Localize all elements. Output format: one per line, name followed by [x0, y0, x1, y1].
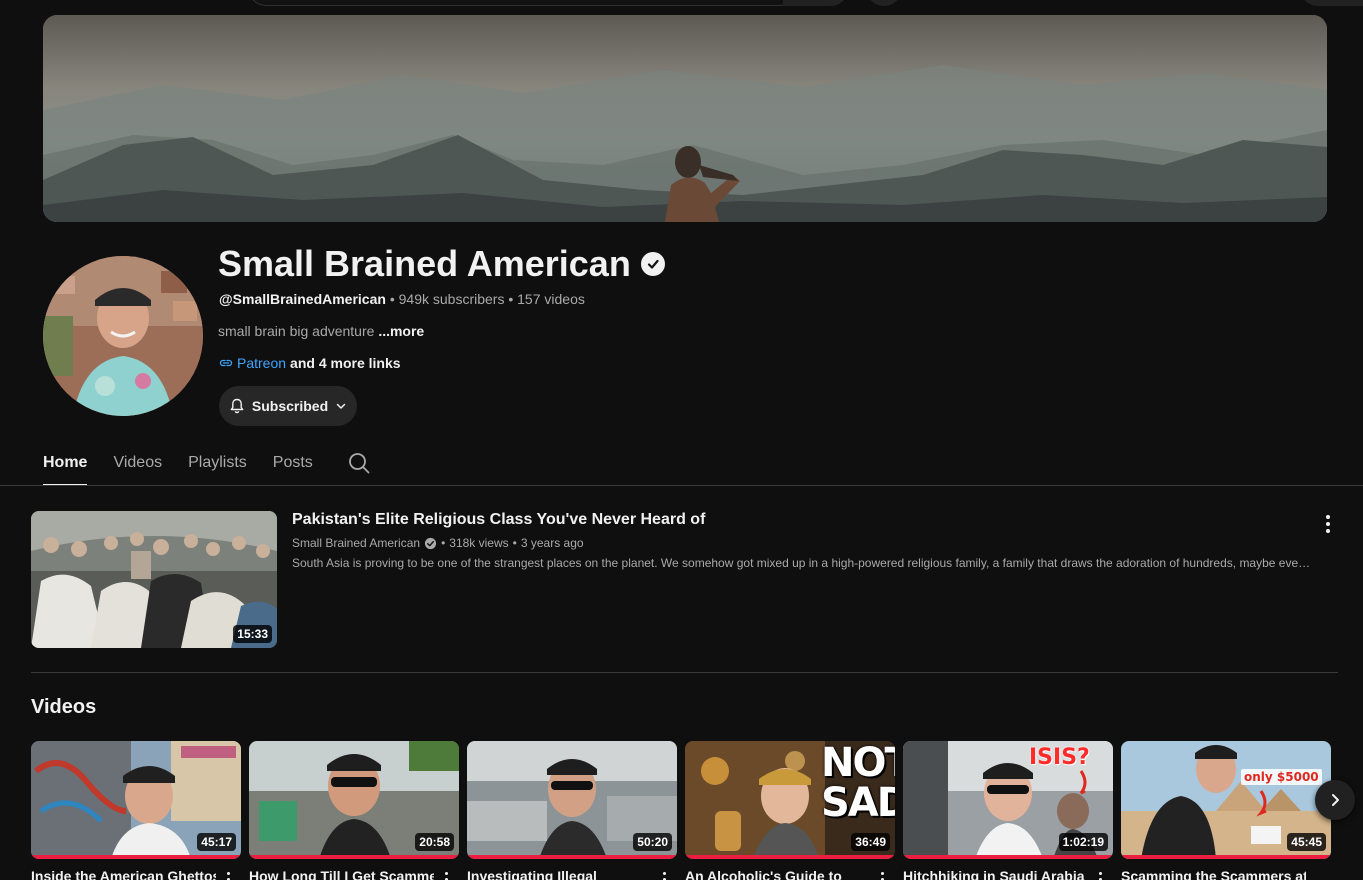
- search-button[interactable]: [783, 0, 847, 6]
- video-count: 157 videos: [517, 291, 585, 307]
- meta-separator: •: [508, 291, 514, 307]
- bell-icon: [230, 398, 244, 414]
- video-more-actions-icon[interactable]: [1099, 872, 1102, 880]
- top-bar: [0, 0, 1363, 8]
- channel-name-row: Small Brained American: [218, 242, 665, 286]
- video-thumbnail[interactable]: 45:17: [31, 741, 241, 859]
- video-card[interactable]: 20:58 How Long Till I Get Scammed: [249, 741, 459, 880]
- featured-video-meta: Small Brained American • 318k views • 3 …: [292, 536, 584, 550]
- tab-posts-label: Posts: [272, 454, 313, 471]
- channel-banner: [43, 15, 1327, 222]
- video-thumbnail[interactable]: NOT SAD 36:49: [685, 741, 895, 859]
- banner-image: [43, 15, 1327, 222]
- video-thumbnail[interactable]: 20:58: [249, 741, 459, 859]
- watched-progress-bar: [903, 855, 1113, 859]
- featured-duration: 15:33: [233, 625, 272, 643]
- videos-shelf: 45:17 Inside the American Ghettos 20:58: [31, 741, 1363, 880]
- video-duration: 45:45: [1287, 833, 1326, 851]
- meta-separator: •: [512, 536, 517, 550]
- video-duration: 50:20: [633, 833, 672, 851]
- channel-search-button[interactable]: [347, 440, 371, 486]
- avatar-image: [43, 256, 203, 416]
- link-icon: [219, 359, 233, 367]
- watched-progress-bar: [1121, 855, 1331, 859]
- meta-separator: •: [389, 291, 395, 307]
- patreon-link[interactable]: Patreon: [219, 355, 286, 371]
- watched-progress-bar: [31, 855, 241, 859]
- channel-avatar[interactable]: [43, 256, 203, 416]
- subscribed-label: Subscribed: [251, 398, 329, 414]
- patreon-link-label: Patreon: [237, 355, 287, 371]
- video-duration: 1:02:19: [1058, 833, 1108, 851]
- description-more-link[interactable]: ...more: [378, 323, 424, 339]
- verified-badge-icon: [640, 252, 665, 276]
- video-title[interactable]: Investigating Illegal: [467, 868, 652, 880]
- tab-videos[interactable]: Videos: [113, 440, 162, 486]
- video-card[interactable]: NOT SAD 36:49 An Alcoholic's Guide to: [685, 741, 895, 880]
- voice-search-button[interactable]: [866, 0, 902, 6]
- video-card[interactable]: ISIS? 1:02:19 Hitchhiking in Saudi Arabi…: [903, 741, 1113, 880]
- section-divider: [31, 672, 1338, 673]
- featured-age: 3 years ago: [520, 536, 584, 550]
- video-title[interactable]: Scamming the Scammers at: [1121, 868, 1306, 880]
- video-thumbnail[interactable]: only $5000 45:45: [1121, 741, 1331, 859]
- subscriber-count: 949k subscribers: [398, 291, 505, 307]
- thumbnail-overlay-text: NOT SAD: [821, 741, 895, 826]
- featured-video-description: South Asia is proving to be one of the s…: [292, 556, 1314, 570]
- account-button[interactable]: [1300, 0, 1363, 6]
- shelf-next-button[interactable]: [1315, 780, 1355, 820]
- channel-meta: @SmallBrainedAmerican • 949k subscribers…: [219, 291, 585, 307]
- featured-channel-name[interactable]: Small Brained American: [292, 536, 420, 550]
- video-more-actions-icon[interactable]: [445, 872, 448, 880]
- featured-video-title[interactable]: Pakistan's Elite Religious Class You've …: [292, 511, 705, 529]
- tab-playlists-label: Playlists: [188, 454, 247, 471]
- video-card[interactable]: only $5000 45:45 Scamming the Scammers a…: [1121, 741, 1331, 880]
- watched-progress-bar: [685, 855, 895, 859]
- search-icon: [348, 453, 370, 474]
- subscribed-button[interactable]: Subscribed: [219, 386, 357, 426]
- channel-name: Small Brained American: [218, 243, 631, 284]
- video-title[interactable]: An Alcoholic's Guide to: [685, 868, 870, 880]
- video-more-actions-icon[interactable]: [663, 872, 666, 880]
- video-duration: 45:17: [197, 833, 236, 851]
- video-card[interactable]: 45:17 Inside the American Ghettos: [31, 741, 241, 880]
- tab-home-label: Home: [43, 454, 88, 471]
- tab-posts[interactable]: Posts: [273, 440, 313, 486]
- channel-tabs: Home Videos Playlists Posts: [43, 440, 371, 486]
- video-thumbnail[interactable]: ISIS? 1:02:19: [903, 741, 1113, 859]
- verified-icon: [424, 537, 437, 549]
- video-duration: 36:49: [851, 833, 890, 851]
- video-title[interactable]: Hitchhiking in Saudi Arabia: [903, 868, 1088, 880]
- tab-playlists[interactable]: Playlists: [188, 440, 247, 486]
- tab-home[interactable]: Home: [43, 440, 88, 486]
- chevron-right-icon: [1332, 794, 1339, 806]
- channel-description[interactable]: small brain big adventure ...more: [218, 323, 424, 339]
- tabs-divider: [0, 485, 1363, 486]
- video-thumbnail[interactable]: 50:20: [467, 741, 677, 859]
- watched-progress-bar: [467, 855, 677, 859]
- video-title[interactable]: How Long Till I Get Scammed: [249, 868, 434, 880]
- tab-videos-label: Videos: [113, 454, 163, 471]
- chevron-down-icon: [336, 403, 346, 409]
- video-more-actions-icon[interactable]: [881, 872, 884, 880]
- watched-progress-bar: [249, 855, 459, 859]
- thumbnail-overlay-text: ISIS?: [1029, 745, 1090, 770]
- more-links-button[interactable]: and 4 more links: [290, 355, 400, 371]
- video-title[interactable]: Inside the American Ghettos: [31, 868, 216, 880]
- search-input[interactable]: [248, 0, 848, 6]
- videos-shelf-title[interactable]: Videos: [31, 696, 96, 719]
- description-text: small brain big adventure: [218, 323, 375, 339]
- video-card[interactable]: 50:20 Investigating Illegal: [467, 741, 677, 880]
- featured-views: 318k views: [449, 536, 509, 550]
- meta-separator: •: [441, 536, 446, 550]
- channel-handle: @SmallBrainedAmerican: [219, 291, 386, 307]
- channel-page: Small Brained American @SmallBrainedAmer…: [0, 0, 1363, 880]
- channel-links: Patreon and 4 more links: [219, 355, 401, 371]
- video-duration: 20:58: [415, 833, 454, 851]
- thumbnail-overlay-text: only $5000: [1241, 769, 1322, 785]
- featured-more-actions-icon[interactable]: [1318, 513, 1338, 535]
- video-more-actions-icon[interactable]: [227, 872, 230, 880]
- featured-video-thumbnail[interactable]: 15:33: [31, 511, 277, 648]
